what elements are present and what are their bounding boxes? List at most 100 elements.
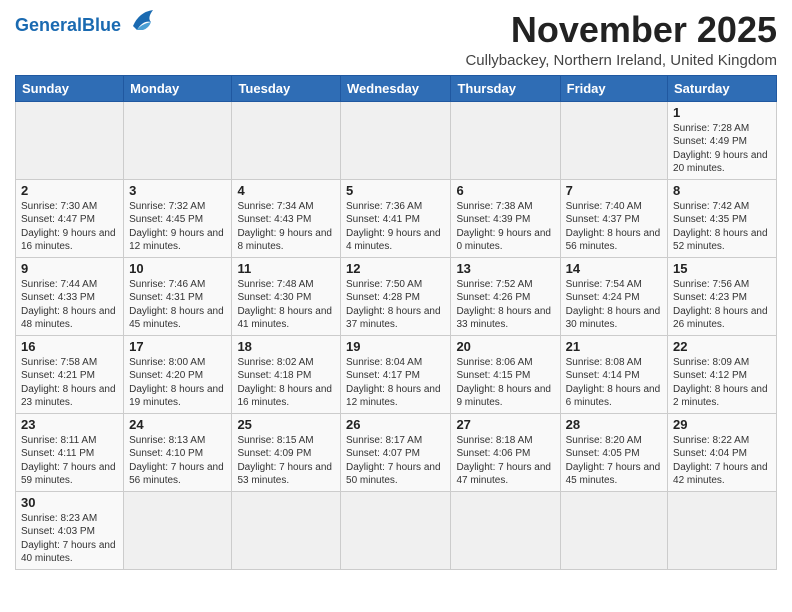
- day-info: Sunrise: 8:17 AM Sunset: 4:07 PM Dayligh…: [346, 434, 445, 488]
- day-info: Sunrise: 8:22 AM Sunset: 4:04 PM Dayligh…: [673, 434, 771, 488]
- day-number: 16: [21, 339, 118, 354]
- day-info: Sunrise: 7:50 AM Sunset: 4:28 PM Dayligh…: [346, 278, 445, 332]
- calendar-header: Sunday Monday Tuesday Wednesday Thursday…: [16, 75, 777, 101]
- day-info: Sunrise: 8:00 AM Sunset: 4:20 PM Dayligh…: [129, 356, 226, 410]
- day-number: 28: [566, 417, 662, 432]
- header-thursday: Thursday: [451, 75, 560, 101]
- day-number: 29: [673, 417, 771, 432]
- day-info: Sunrise: 8:09 AM Sunset: 4:12 PM Dayligh…: [673, 356, 771, 410]
- day-number: 6: [456, 183, 554, 198]
- day-info: Sunrise: 7:56 AM Sunset: 4:23 PM Dayligh…: [673, 278, 771, 332]
- day-number: 18: [237, 339, 335, 354]
- day-info: Sunrise: 8:02 AM Sunset: 4:18 PM Dayligh…: [237, 356, 335, 410]
- day-info: Sunrise: 8:20 AM Sunset: 4:05 PM Dayligh…: [566, 434, 662, 488]
- calendar-cell: 15 Sunrise: 7:56 AM Sunset: 4:23 PM Dayli…: [668, 257, 777, 335]
- day-number: 30: [21, 495, 118, 510]
- title-area: November 2025 Cullybackey, Northern Irel…: [465, 10, 777, 69]
- calendar: Sunday Monday Tuesday Wednesday Thursday…: [15, 75, 777, 570]
- day-number: 2: [21, 183, 118, 198]
- calendar-cell: 21 Sunrise: 8:08 AM Sunset: 4:14 PM Dayli…: [560, 335, 667, 413]
- logo-text: GeneralBlue: [15, 16, 121, 34]
- calendar-week-3: 16 Sunrise: 7:58 AM Sunset: 4:21 PM Dayli…: [16, 335, 777, 413]
- calendar-cell: 28 Sunrise: 8:20 AM Sunset: 4:05 PM Dayli…: [560, 413, 667, 491]
- day-info: Sunrise: 7:44 AM Sunset: 4:33 PM Dayligh…: [21, 278, 118, 332]
- day-number: 15: [673, 261, 771, 276]
- logo: GeneralBlue: [15, 10, 159, 36]
- header-saturday: Saturday: [668, 75, 777, 101]
- header-sunday: Sunday: [16, 75, 124, 101]
- day-number: 3: [129, 183, 226, 198]
- day-number: 12: [346, 261, 445, 276]
- day-info: Sunrise: 7:58 AM Sunset: 4:21 PM Dayligh…: [21, 356, 118, 410]
- day-number: 9: [21, 261, 118, 276]
- day-info: Sunrise: 7:28 AM Sunset: 4:49 PM Dayligh…: [673, 122, 771, 176]
- logo-blue: Blue: [82, 15, 121, 35]
- day-info: Sunrise: 7:46 AM Sunset: 4:31 PM Dayligh…: [129, 278, 226, 332]
- day-info: Sunrise: 7:38 AM Sunset: 4:39 PM Dayligh…: [456, 200, 554, 254]
- calendar-cell: 26 Sunrise: 8:17 AM Sunset: 4:07 PM Dayli…: [341, 413, 451, 491]
- day-number: 8: [673, 183, 771, 198]
- day-info: Sunrise: 8:06 AM Sunset: 4:15 PM Dayligh…: [456, 356, 554, 410]
- logo-general: General: [15, 15, 82, 35]
- calendar-cell: [124, 101, 232, 179]
- day-info: Sunrise: 7:40 AM Sunset: 4:37 PM Dayligh…: [566, 200, 662, 254]
- calendar-cell: [560, 101, 667, 179]
- calendar-cell: 9 Sunrise: 7:44 AM Sunset: 4:33 PM Daylig…: [16, 257, 124, 335]
- calendar-cell: 27 Sunrise: 8:18 AM Sunset: 4:06 PM Dayli…: [451, 413, 560, 491]
- day-info: Sunrise: 7:42 AM Sunset: 4:35 PM Dayligh…: [673, 200, 771, 254]
- calendar-cell: 11 Sunrise: 7:48 AM Sunset: 4:30 PM Dayli…: [232, 257, 341, 335]
- day-info: Sunrise: 8:18 AM Sunset: 4:06 PM Dayligh…: [456, 434, 554, 488]
- calendar-cell: 19 Sunrise: 8:04 AM Sunset: 4:17 PM Dayli…: [341, 335, 451, 413]
- calendar-cell: 3 Sunrise: 7:32 AM Sunset: 4:45 PM Daylig…: [124, 179, 232, 257]
- calendar-week-5: 30 Sunrise: 8:23 AM Sunset: 4:03 PM Dayli…: [16, 491, 777, 569]
- day-info: Sunrise: 8:13 AM Sunset: 4:10 PM Dayligh…: [129, 434, 226, 488]
- calendar-cell: [232, 101, 341, 179]
- day-number: 25: [237, 417, 335, 432]
- calendar-cell: 20Sunrise: 8:06 AM Sunset: 4:15 PM Dayli…: [451, 335, 560, 413]
- header-monday: Monday: [124, 75, 232, 101]
- day-number: 26: [346, 417, 445, 432]
- calendar-cell: 17 Sunrise: 8:00 AM Sunset: 4:20 PM Dayli…: [124, 335, 232, 413]
- calendar-cell: 16 Sunrise: 7:58 AM Sunset: 4:21 PM Dayli…: [16, 335, 124, 413]
- day-info: Sunrise: 7:34 AM Sunset: 4:43 PM Dayligh…: [237, 200, 335, 254]
- day-number: 27: [456, 417, 554, 432]
- header-wednesday: Wednesday: [341, 75, 451, 101]
- day-number: 21: [566, 339, 662, 354]
- calendar-cell: [341, 491, 451, 569]
- calendar-cell: 12 Sunrise: 7:50 AM Sunset: 4:28 PM Dayli…: [341, 257, 451, 335]
- month-title: November 2025: [465, 10, 777, 50]
- day-info: Sunrise: 8:15 AM Sunset: 4:09 PM Dayligh…: [237, 434, 335, 488]
- day-info: Sunrise: 7:48 AM Sunset: 4:30 PM Dayligh…: [237, 278, 335, 332]
- day-number: 19: [346, 339, 445, 354]
- header-row: Sunday Monday Tuesday Wednesday Thursday…: [16, 75, 777, 101]
- calendar-cell: [124, 491, 232, 569]
- day-number: 14: [566, 261, 662, 276]
- day-info: Sunrise: 7:32 AM Sunset: 4:45 PM Dayligh…: [129, 200, 226, 254]
- calendar-cell: 4Sunrise: 7:34 AM Sunset: 4:43 PM Daylig…: [232, 179, 341, 257]
- calendar-cell: [232, 491, 341, 569]
- header-friday: Friday: [560, 75, 667, 101]
- calendar-cell: [451, 101, 560, 179]
- day-info: Sunrise: 7:54 AM Sunset: 4:24 PM Dayligh…: [566, 278, 662, 332]
- header-tuesday: Tuesday: [232, 75, 341, 101]
- calendar-cell: 25 Sunrise: 8:15 AM Sunset: 4:09 PM Dayli…: [232, 413, 341, 491]
- day-number: 11: [237, 261, 335, 276]
- calendar-week-1: 2 Sunrise: 7:30 AM Sunset: 4:47 PM Daylig…: [16, 179, 777, 257]
- day-number: 22: [673, 339, 771, 354]
- day-info: Sunrise: 8:04 AM Sunset: 4:17 PM Dayligh…: [346, 356, 445, 410]
- calendar-cell: 24Sunrise: 8:13 AM Sunset: 4:10 PM Dayli…: [124, 413, 232, 491]
- day-number: 1: [673, 105, 771, 120]
- day-number: 10: [129, 261, 226, 276]
- day-info: Sunrise: 8:23 AM Sunset: 4:03 PM Dayligh…: [21, 512, 118, 566]
- day-number: 17: [129, 339, 226, 354]
- day-number: 23: [21, 417, 118, 432]
- day-info: Sunrise: 7:30 AM Sunset: 4:47 PM Dayligh…: [21, 200, 118, 254]
- calendar-cell: 1 Sunrise: 7:28 AM Sunset: 4:49 PM Daylig…: [668, 101, 777, 179]
- calendar-cell: 30 Sunrise: 8:23 AM Sunset: 4:03 PM Dayli…: [16, 491, 124, 569]
- calendar-cell: 6 Sunrise: 7:38 AM Sunset: 4:39 PM Daylig…: [451, 179, 560, 257]
- day-number: 5: [346, 183, 445, 198]
- day-info: Sunrise: 8:08 AM Sunset: 4:14 PM Dayligh…: [566, 356, 662, 410]
- calendar-cell: 22 Sunrise: 8:09 AM Sunset: 4:12 PM Dayli…: [668, 335, 777, 413]
- calendar-cell: 5Sunrise: 7:36 AM Sunset: 4:41 PM Daylig…: [341, 179, 451, 257]
- calendar-cell: [341, 101, 451, 179]
